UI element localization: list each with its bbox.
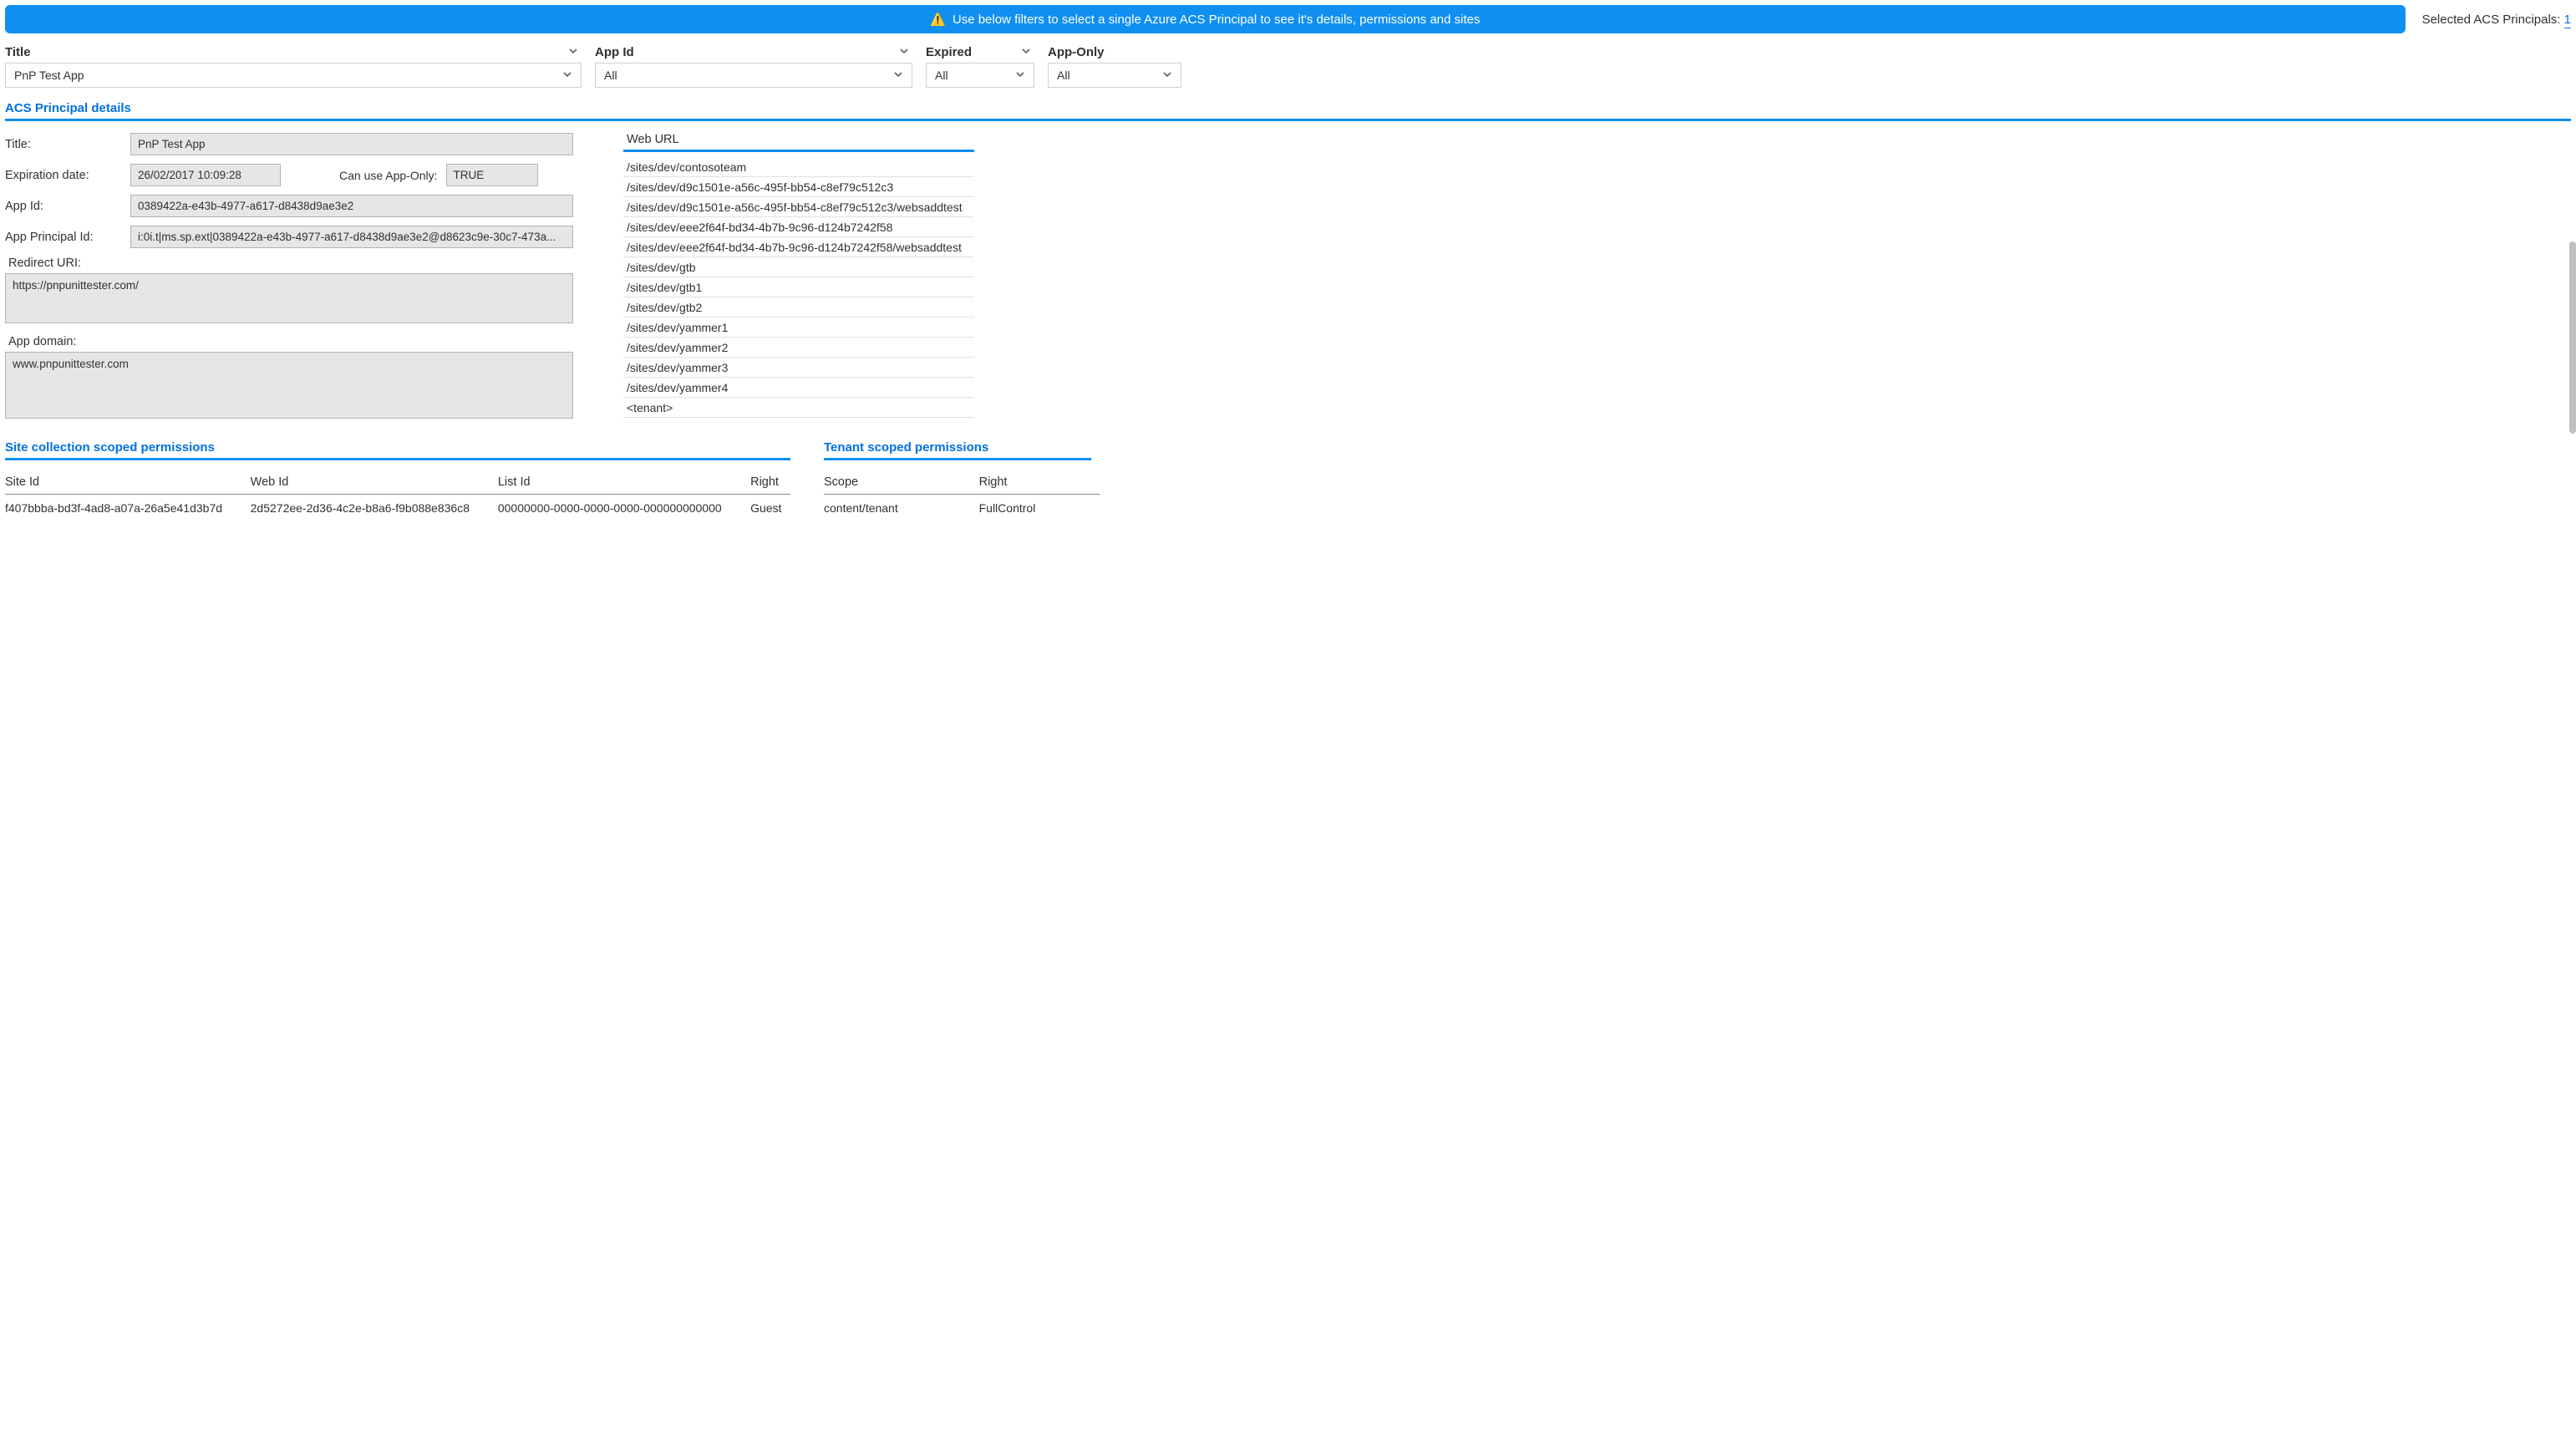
filter-apponly-value: All bbox=[1057, 69, 1070, 82]
weburl-item[interactable]: /sites/dev/yammer4 bbox=[623, 378, 974, 398]
appid-value: 0389422a-e43b-4977-a617-d8438d9ae3e2 bbox=[130, 195, 573, 217]
title-label: Title: bbox=[5, 138, 122, 151]
weburl-item[interactable]: /sites/dev/eee2f64f-bd34-4b7b-9c96-d124b… bbox=[623, 237, 974, 257]
details-section-header: ACS Principal details bbox=[5, 101, 2571, 121]
weburl-item[interactable]: /sites/dev/gtb1 bbox=[623, 277, 974, 297]
appid-label: App Id: bbox=[5, 200, 122, 213]
filter-title-label[interactable]: Title bbox=[5, 45, 582, 63]
filter-expired-text: Expired bbox=[926, 45, 972, 59]
tenant-perms-header: Tenant scoped permissions bbox=[824, 440, 1091, 460]
table-cell: FullControl bbox=[979, 495, 1100, 519]
weburl-item[interactable]: <tenant> bbox=[623, 398, 974, 418]
selected-label: Selected ACS Principals: bbox=[2422, 13, 2561, 27]
filter-title-value: PnP Test App bbox=[14, 69, 84, 82]
filter-appid-label[interactable]: App Id bbox=[595, 45, 912, 63]
weburl-item[interactable]: /sites/dev/eee2f64f-bd34-4b7b-9c96-d124b… bbox=[623, 217, 974, 237]
table-cell: f407bbba-bd3f-4ad8-a07a-26a5e41d3b7d bbox=[5, 495, 251, 519]
chevron-down-icon bbox=[1162, 69, 1172, 82]
table-row[interactable]: f407bbba-bd3f-4ad8-a07a-26a5e41d3b7d2d52… bbox=[5, 495, 790, 519]
weburl-item[interactable]: /sites/dev/gtb2 bbox=[623, 297, 974, 318]
weburl-item[interactable]: /sites/dev/gtb bbox=[623, 257, 974, 277]
filter-apponly-dropdown[interactable]: All bbox=[1048, 63, 1181, 88]
weburl-item[interactable]: /sites/dev/contosoteam bbox=[623, 157, 974, 177]
table-header[interactable]: Web Id bbox=[251, 472, 498, 495]
table-cell: 00000000-0000-0000-0000-000000000000 bbox=[498, 495, 750, 519]
redirect-label: Redirect URI: bbox=[8, 257, 573, 270]
title-value: PnP Test App bbox=[130, 133, 573, 155]
chevron-down-icon bbox=[562, 69, 572, 82]
table-header[interactable]: Right bbox=[750, 472, 790, 495]
filter-appid-text: App Id bbox=[595, 45, 634, 59]
table-header[interactable]: Right bbox=[979, 472, 1100, 495]
scrollbar[interactable] bbox=[2569, 241, 2576, 434]
principalid-label: App Principal Id: bbox=[5, 231, 122, 244]
details-left-panel: Title: PnP Test App Expiration date: 26/… bbox=[5, 133, 573, 419]
weburl-list: /sites/dev/contosoteam/sites/dev/d9c1501… bbox=[623, 157, 974, 418]
table-header[interactable]: Scope bbox=[824, 472, 979, 495]
chevron-down-icon bbox=[899, 46, 909, 58]
filter-expired-label[interactable]: Expired bbox=[926, 45, 1034, 63]
filters-row: Title PnP Test App App Id All Ex bbox=[5, 45, 2571, 88]
selected-principals-count: Selected ACS Principals: 1 bbox=[2422, 13, 2571, 27]
table-cell: 2d5272ee-2d36-4c2e-b8a6-f9b088e836c8 bbox=[251, 495, 498, 519]
site-perms-header: Site collection scoped permissions bbox=[5, 440, 790, 460]
principalid-value: i:0i.t|ms.sp.ext|0389422a-e43b-4977-a617… bbox=[130, 226, 573, 248]
weburl-item[interactable]: /sites/dev/d9c1501e-a56c-495f-bb54-c8ef7… bbox=[623, 197, 974, 217]
chevron-down-icon bbox=[893, 69, 903, 82]
chevron-down-icon bbox=[568, 46, 578, 58]
filter-appid-dropdown[interactable]: All bbox=[595, 63, 912, 88]
weburl-item[interactable]: /sites/dev/d9c1501e-a56c-495f-bb54-c8ef7… bbox=[623, 177, 974, 197]
chevron-down-icon bbox=[1015, 69, 1025, 82]
warning-icon: ⚠️ bbox=[930, 12, 946, 27]
filter-expired-dropdown[interactable]: All bbox=[926, 63, 1034, 88]
apponly-value: TRUE bbox=[446, 164, 538, 186]
weburl-item[interactable]: /sites/dev/yammer1 bbox=[623, 318, 974, 338]
filter-apponly-text: App-Only bbox=[1048, 45, 1105, 59]
filter-apponly-label[interactable]: App-Only bbox=[1048, 45, 1181, 63]
chevron-down-icon bbox=[1021, 46, 1031, 58]
tenant-perms-table: ScopeRight content/tenantFullControl bbox=[824, 472, 1100, 518]
selected-number[interactable]: 1 bbox=[2564, 13, 2571, 28]
filter-appid-value: All bbox=[604, 69, 617, 82]
weburl-item[interactable]: /sites/dev/yammer3 bbox=[623, 358, 974, 378]
domain-label: App domain: bbox=[8, 335, 573, 348]
expiration-value: 26/02/2017 10:09:28 bbox=[130, 164, 281, 186]
domain-value: www.pnpunittester.com bbox=[5, 352, 573, 419]
weburl-header[interactable]: Web URL bbox=[623, 133, 974, 152]
filter-title-dropdown[interactable]: PnP Test App bbox=[5, 63, 582, 88]
expiration-label: Expiration date: bbox=[5, 169, 122, 182]
redirect-value: https://pnpunittester.com/ bbox=[5, 273, 573, 323]
banner-text: Use below filters to select a single Azu… bbox=[953, 13, 1481, 27]
weburl-item[interactable]: /sites/dev/yammer2 bbox=[623, 338, 974, 358]
table-cell: Guest bbox=[750, 495, 790, 519]
filter-expired-value: All bbox=[935, 69, 948, 82]
filter-title-text: Title bbox=[5, 45, 31, 59]
table-header[interactable]: List Id bbox=[498, 472, 750, 495]
table-header[interactable]: Site Id bbox=[5, 472, 251, 495]
info-banner: ⚠️ Use below filters to select a single … bbox=[5, 5, 2406, 33]
table-cell: content/tenant bbox=[824, 495, 979, 519]
weburl-panel: Web URL /sites/dev/contosoteam/sites/dev… bbox=[623, 133, 974, 419]
table-row[interactable]: content/tenantFullControl bbox=[824, 495, 1100, 519]
site-perms-table: Site IdWeb IdList IdRight f407bbba-bd3f-… bbox=[5, 472, 790, 518]
apponly-label: Can use App-Only: bbox=[339, 169, 438, 182]
